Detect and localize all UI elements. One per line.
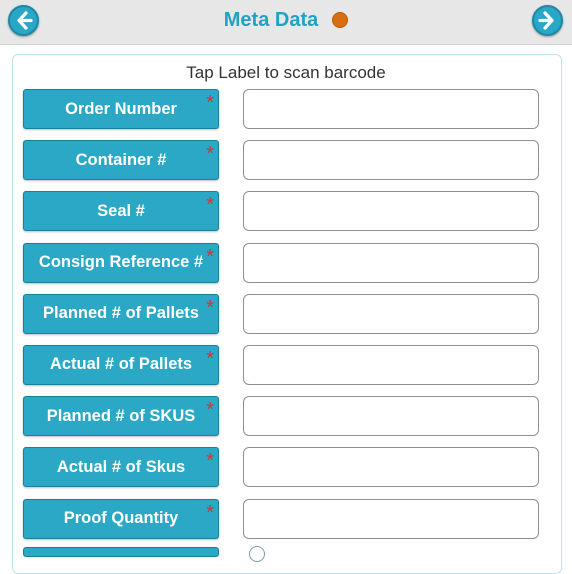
required-mark: *: [206, 399, 214, 422]
actual-skus-scan-button[interactable]: Actual # of Skus *: [23, 447, 219, 488]
radio-button[interactable]: [249, 546, 265, 562]
consign-reference-scan-button[interactable]: Consign Reference # *: [23, 242, 219, 283]
actual-skus-label: Actual # of Skus: [56, 457, 186, 476]
order-number-label: Order Number: [65, 99, 177, 118]
proof-quantity-input[interactable]: [243, 498, 539, 539]
seal-input[interactable]: [243, 191, 539, 232]
required-mark: *: [206, 194, 214, 217]
container-label: Container #: [75, 150, 167, 169]
required-mark: *: [206, 296, 214, 319]
actual-pallets-scan-button[interactable]: Actual # of Pallets *: [23, 344, 219, 385]
required-mark: *: [206, 143, 214, 166]
arrow-right-icon: [538, 11, 554, 30]
required-mark: *: [206, 347, 214, 370]
status-indicator: [332, 11, 349, 28]
planned-pallets-label: Planned # of Pallets: [43, 304, 199, 323]
required-mark: *: [206, 450, 214, 473]
page-title: Meta Data: [0, 9, 572, 32]
container-scan-button[interactable]: Container # *: [23, 140, 219, 181]
forward-arrow-icon[interactable]: [532, 5, 563, 36]
seal-label: Seal #: [97, 201, 145, 220]
planned-skus-input[interactable]: [243, 396, 539, 437]
required-mark: *: [206, 245, 214, 268]
actual-pallets-label: Actual # of Pallets: [49, 355, 193, 374]
actual-pallets-input[interactable]: [243, 344, 539, 385]
order-number-input[interactable]: [243, 89, 539, 129]
required-mark: *: [206, 92, 214, 114]
proof-quantity-label: Proof Quantity: [63, 509, 179, 527]
planned-pallets-input[interactable]: [243, 293, 539, 334]
container-input[interactable]: [243, 140, 539, 181]
planned-skus-label: Planned # of SKUS: [46, 406, 196, 425]
required-mark: *: [206, 501, 214, 524]
page-title-text: Meta Data: [223, 9, 319, 32]
proof-quantity-scan-button[interactable]: Proof Quantity *: [23, 498, 219, 539]
scan-hint: Tap Label to scan barcode: [186, 63, 386, 82]
order-number-scan-button[interactable]: Order Number *: [23, 89, 219, 129]
seal-scan-button[interactable]: Seal # *: [23, 191, 219, 232]
consign-reference-input[interactable]: [243, 242, 539, 283]
actual-skus-input[interactable]: [243, 447, 539, 488]
next-field-scan-button[interactable]: [23, 547, 219, 557]
planned-pallets-scan-button[interactable]: Planned # of Pallets *: [23, 293, 219, 334]
consign-reference-label: Consign Reference #: [38, 253, 204, 272]
top-bar: Meta Data: [0, 0, 572, 45]
planned-skus-scan-button[interactable]: Planned # of SKUS *: [23, 396, 219, 437]
